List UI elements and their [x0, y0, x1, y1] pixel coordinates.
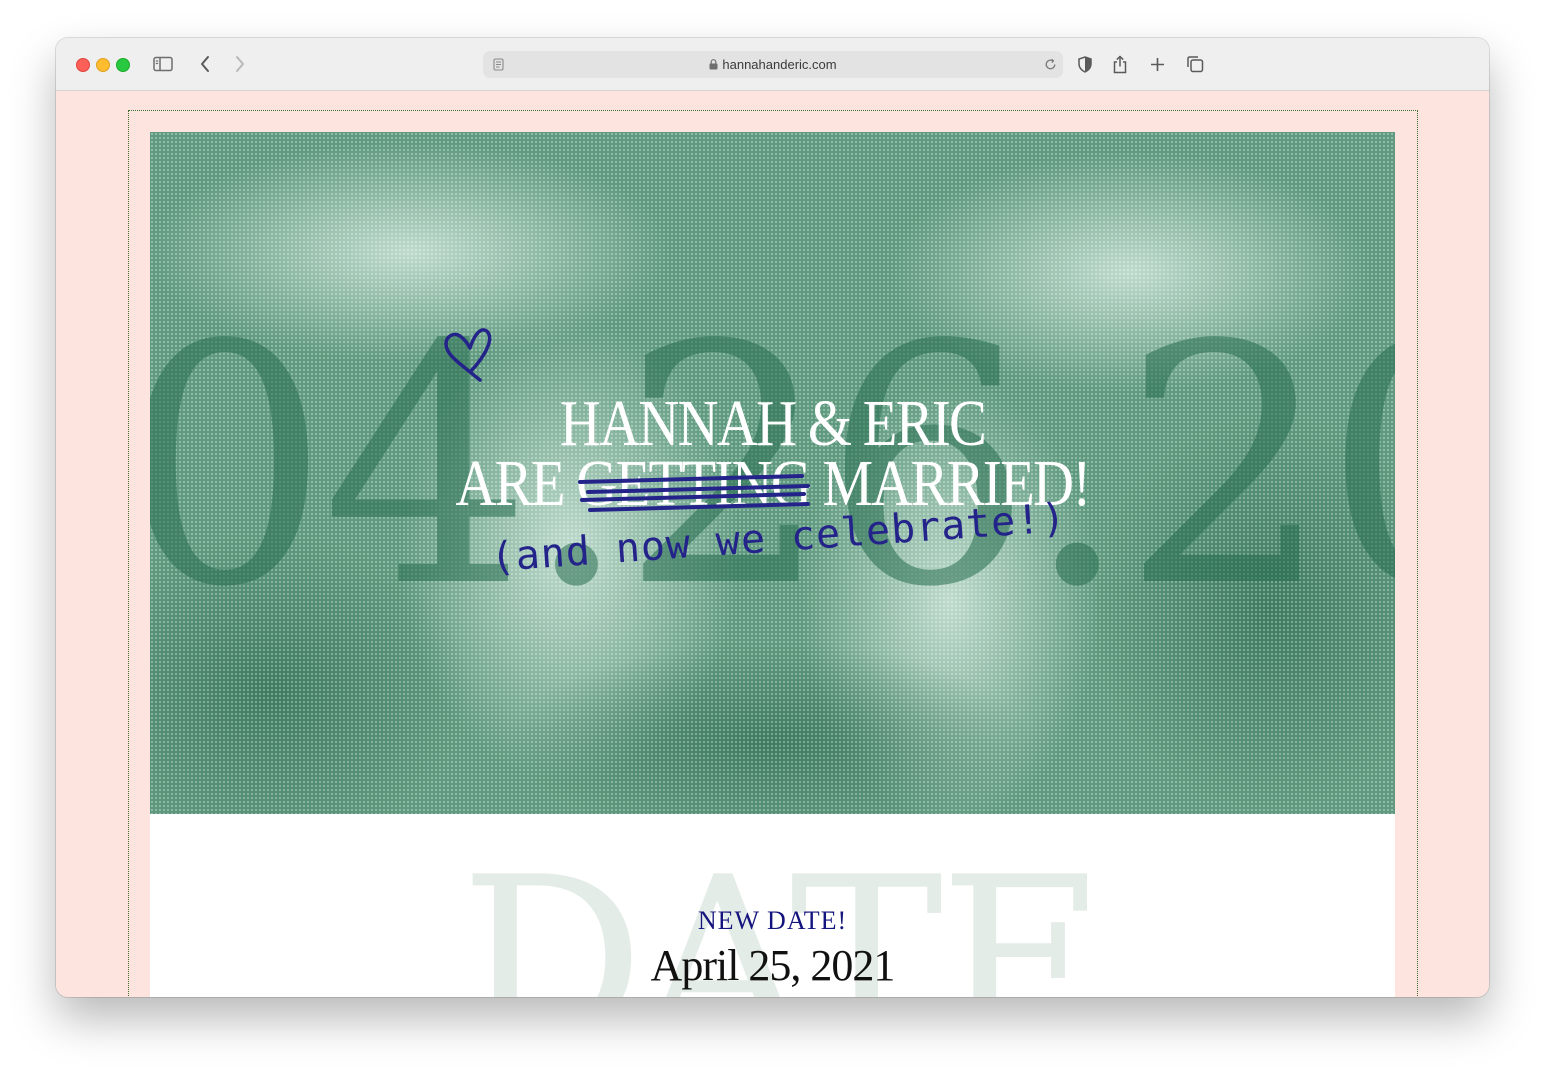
privacy-shield-icon[interactable] [1075, 52, 1095, 76]
reload-icon[interactable] [1043, 56, 1057, 73]
web-page: 04.26.20 HANNAH & ERIC ARE GETTING MARRI… [56, 91, 1489, 997]
forward-icon[interactable] [231, 52, 249, 76]
address-bar[interactable]: hannahanderic.com [483, 51, 1063, 78]
wedding-date: April 25, 2021 [650, 941, 896, 990]
share-icon[interactable] [1110, 52, 1130, 76]
heart-doodle-icon [444, 328, 492, 382]
browser-toolbar: hannahanderic.com [56, 38, 1489, 91]
new-tab-icon[interactable] [1147, 52, 1167, 76]
sidebar-icon[interactable] [152, 52, 174, 76]
date-section: DATE NEW DATE! April 25, 2021 [150, 814, 1395, 997]
hero-title-line1: HANNAH & ERIC [559, 387, 987, 460]
tabs-overview-icon[interactable] [1184, 52, 1206, 76]
browser-window: hannahanderic.com 04.26.2 HANNAH & ERIC … [56, 38, 1489, 997]
url-text: hannahanderic.com [722, 57, 837, 72]
new-date-label: NEW DATE! [697, 906, 848, 935]
hero-banner: 04.26.20 HANNAH & ERIC ARE GETTING MARRI… [150, 132, 1395, 814]
minimize-window-button[interactable] [96, 58, 110, 72]
zoom-window-button[interactable] [116, 58, 130, 72]
close-window-button[interactable] [76, 58, 90, 72]
strikethrough-scribble [578, 474, 810, 512]
lock-icon [709, 52, 718, 79]
back-icon[interactable] [196, 52, 214, 76]
url-display[interactable]: hannahanderic.com [483, 51, 1063, 78]
